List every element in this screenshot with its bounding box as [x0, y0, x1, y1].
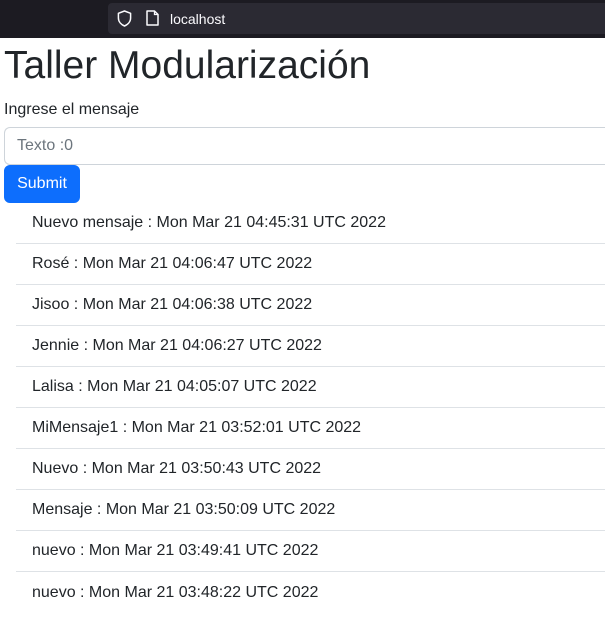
list-item: Rosé : Mon Mar 21 04:06:47 UTC 2022: [16, 244, 605, 285]
page-content: Taller Modularización Ingrese el mensaje…: [0, 38, 605, 629]
message-list: Nuevo mensaje : Mon Mar 21 04:45:31 UTC …: [16, 203, 605, 613]
list-item: Jisoo : Mon Mar 21 04:06:38 UTC 2022: [16, 285, 605, 326]
url-text[interactable]: localhost: [170, 11, 225, 27]
address-bar[interactable]: localhost: [108, 3, 605, 34]
browser-toolbar: localhost: [0, 0, 605, 38]
list-item: Nuevo : Mon Mar 21 03:50:43 UTC 2022: [16, 449, 605, 490]
page-title: Taller Modularización: [4, 44, 371, 87]
list-item: nuevo : Mon Mar 21 03:49:41 UTC 2022: [16, 531, 605, 572]
message-label: Ingrese el mensaje: [4, 101, 140, 118]
submit-button[interactable]: Submit: [4, 165, 80, 203]
list-item: Mensaje : Mon Mar 21 03:50:09 UTC 2022: [16, 490, 605, 531]
list-item: nuevo : Mon Mar 21 03:48:22 UTC 2022: [32, 583, 319, 601]
page-icon: [146, 10, 159, 26]
list-item: Nuevo mensaje : Mon Mar 21 04:45:31 UTC …: [16, 203, 605, 244]
list-item: Jennie : Mon Mar 21 04:06:27 UTC 2022: [16, 326, 605, 367]
list-item: MiMensaje1 : Mon Mar 21 03:52:01 UTC 202…: [16, 408, 605, 449]
shield-icon[interactable]: [117, 10, 132, 27]
message-input[interactable]: [4, 127, 605, 165]
list-item: Lalisa : Mon Mar 21 04:05:07 UTC 2022: [16, 367, 605, 408]
